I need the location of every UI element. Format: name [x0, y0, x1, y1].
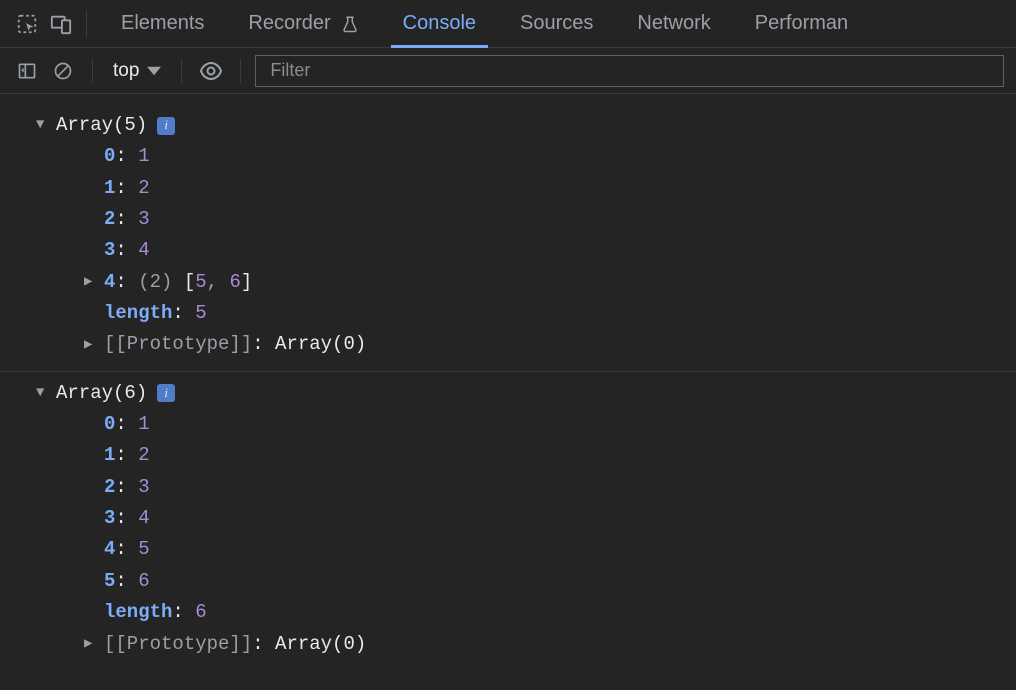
- flask-icon: [341, 15, 359, 33]
- property-value: 1: [138, 409, 149, 440]
- expand-arrow-right-icon[interactable]: [84, 271, 104, 294]
- toggle-sidebar-icon[interactable]: [12, 56, 42, 86]
- property-row-nested[interactable]: 4: (2) [5, 6]: [0, 267, 1016, 298]
- property-key: 2: [104, 204, 115, 235]
- property-row[interactable]: 1: 2: [0, 440, 1016, 471]
- context-label: top: [113, 60, 139, 82]
- property-key: 4: [104, 267, 115, 298]
- expand-arrow-down-icon[interactable]: [36, 114, 56, 137]
- property-row[interactable]: 0: 1: [0, 141, 1016, 172]
- filter-wrap: [255, 55, 1004, 87]
- separator: [240, 59, 241, 83]
- object-summary: Array(5): [56, 110, 147, 141]
- property-value: 1: [138, 141, 149, 172]
- inspect-element-icon[interactable]: [12, 9, 42, 39]
- property-key: 3: [104, 235, 115, 266]
- property-key: length: [104, 597, 172, 628]
- nested-value: 6: [229, 267, 240, 298]
- property-row[interactable]: 2: 3: [0, 204, 1016, 235]
- property-key: [[Prototype]]: [104, 629, 252, 660]
- console-toolbar: top: [0, 48, 1016, 94]
- prototype-row[interactable]: [[Prototype]]: Array(0): [0, 629, 1016, 660]
- property-key: 5: [104, 566, 115, 597]
- length-row[interactable]: length: 6: [0, 597, 1016, 628]
- property-value: 4: [138, 503, 149, 534]
- property-row[interactable]: 0: 1: [0, 409, 1016, 440]
- property-value: 3: [138, 472, 149, 503]
- property-key: 3: [104, 503, 115, 534]
- tab-label: Sources: [520, 12, 593, 35]
- chevron-down-icon: [147, 64, 161, 78]
- log-entry: Array(5) i 0: 1 1: 2 2: 3 3: 4 4: (2) [5…: [0, 104, 1016, 372]
- tab-performance[interactable]: Performan: [735, 0, 868, 48]
- property-row[interactable]: 4: 5: [0, 534, 1016, 565]
- property-row[interactable]: 3: 4: [0, 235, 1016, 266]
- property-value: 5: [138, 534, 149, 565]
- property-key: 0: [104, 409, 115, 440]
- tab-console[interactable]: Console: [383, 0, 496, 48]
- tab-recorder[interactable]: Recorder: [228, 0, 378, 48]
- property-value: 3: [138, 204, 149, 235]
- tab-label: Network: [637, 12, 710, 35]
- tab-label: Elements: [121, 12, 204, 35]
- tab-label: Console: [403, 12, 476, 35]
- filter-input[interactable]: [255, 55, 1004, 87]
- clear-console-icon[interactable]: [48, 56, 78, 86]
- property-value: Array(0): [275, 629, 366, 660]
- property-row[interactable]: 2: 3: [0, 472, 1016, 503]
- property-value: Array(0): [275, 329, 366, 360]
- expand-arrow-down-icon[interactable]: [36, 382, 56, 405]
- tab-sources[interactable]: Sources: [500, 0, 613, 48]
- tab-elements[interactable]: Elements: [101, 0, 224, 48]
- object-summary: Array(6): [56, 378, 147, 409]
- separator: [181, 59, 182, 83]
- property-key: 0: [104, 141, 115, 172]
- property-value: 5: [195, 298, 206, 329]
- live-expression-icon[interactable]: [196, 56, 226, 86]
- tab-label: Recorder: [248, 12, 330, 35]
- info-badge-icon[interactable]: i: [157, 384, 175, 402]
- property-key: length: [104, 298, 172, 329]
- property-row[interactable]: 3: 4: [0, 503, 1016, 534]
- prototype-row[interactable]: [[Prototype]]: Array(0): [0, 329, 1016, 360]
- devtools-tab-bar: Elements Recorder Console Sources Networ…: [0, 0, 1016, 48]
- device-toolbar-icon[interactable]: [46, 9, 76, 39]
- log-entry: Array(6) i 0: 1 1: 2 2: 3 3: 4 4: 5 5: 6…: [0, 372, 1016, 670]
- property-row[interactable]: 5: 6: [0, 566, 1016, 597]
- property-key: 4: [104, 534, 115, 565]
- object-summary-row[interactable]: Array(5) i: [0, 110, 1016, 141]
- property-key: [[Prototype]]: [104, 329, 252, 360]
- info-badge-icon[interactable]: i: [157, 117, 175, 135]
- expand-arrow-right-icon[interactable]: [84, 334, 104, 357]
- property-value: 2: [138, 440, 149, 471]
- nested-value: 5: [195, 267, 206, 298]
- property-key: 2: [104, 472, 115, 503]
- property-value: 2: [138, 173, 149, 204]
- context-selector[interactable]: top: [107, 60, 167, 82]
- object-summary-row[interactable]: Array(6) i: [0, 378, 1016, 409]
- separator: [92, 59, 93, 83]
- length-row[interactable]: length: 5: [0, 298, 1016, 329]
- property-key: 1: [104, 440, 115, 471]
- nested-count: (2): [138, 267, 172, 298]
- property-row[interactable]: 1: 2: [0, 173, 1016, 204]
- property-value: 4: [138, 235, 149, 266]
- property-key: 1: [104, 173, 115, 204]
- console-output: Array(5) i 0: 1 1: 2 2: 3 3: 4 4: (2) [5…: [0, 94, 1016, 670]
- property-value: 6: [138, 566, 149, 597]
- tab-network[interactable]: Network: [617, 0, 730, 48]
- separator: [86, 11, 87, 37]
- tab-label: Performan: [755, 12, 848, 35]
- property-value: 6: [195, 597, 206, 628]
- expand-arrow-right-icon[interactable]: [84, 633, 104, 656]
